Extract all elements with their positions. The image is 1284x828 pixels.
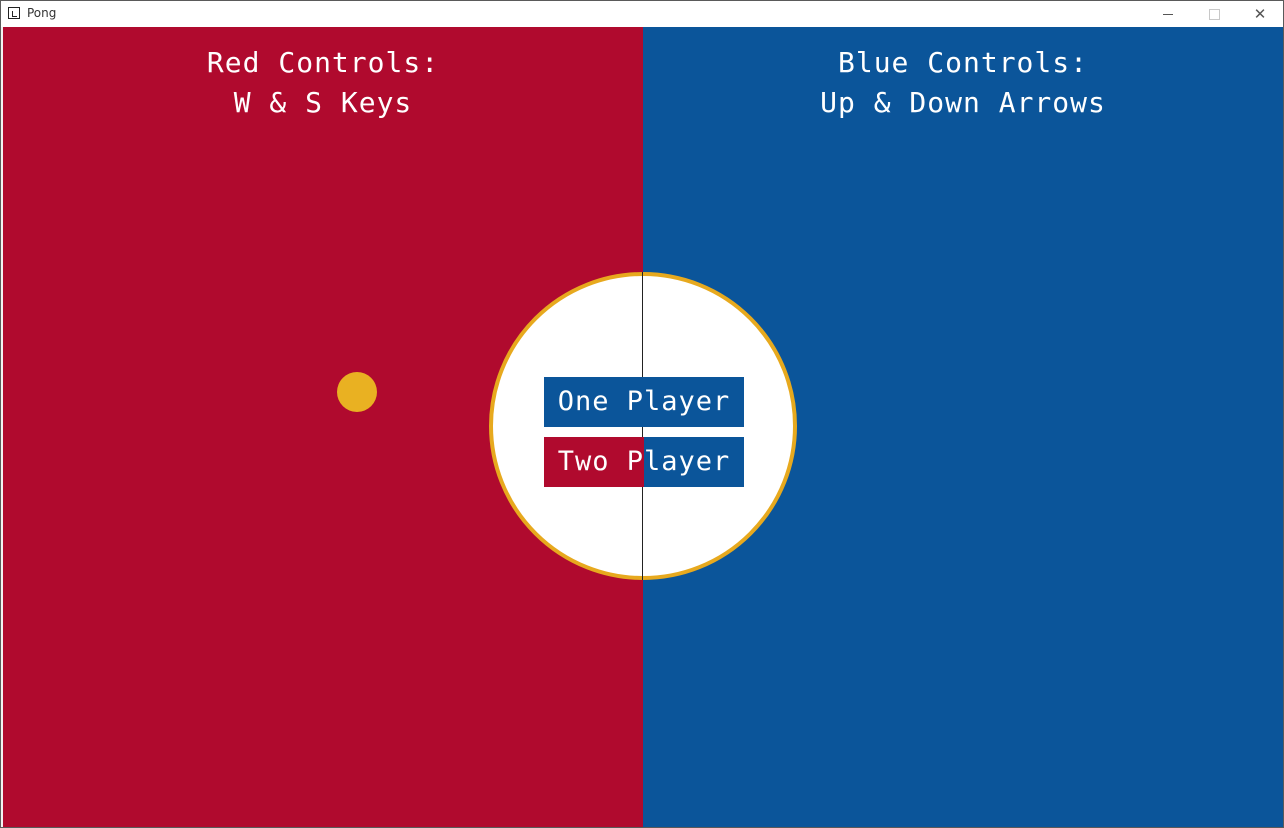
two-player-button[interactable]: Two Player	[544, 437, 744, 487]
blue-controls-text: Blue Controls: Up & Down Arrows	[643, 43, 1283, 123]
blue-controls-keys: Up & Down Arrows	[820, 86, 1106, 119]
close-icon: ✕	[1253, 5, 1267, 23]
title-bar[interactable]: Pong ✕	[1, 1, 1283, 27]
app-icon	[8, 7, 20, 19]
game-canvas[interactable]: Red Controls: W & S Keys Blue Controls: …	[3, 27, 1283, 827]
red-controls-keys: W & S Keys	[233, 86, 413, 119]
maximize-button[interactable]	[1191, 1, 1237, 27]
minimize-icon	[1163, 13, 1173, 15]
close-button[interactable]: ✕	[1237, 1, 1283, 27]
window-title: Pong	[27, 6, 57, 20]
minimize-button[interactable]	[1145, 1, 1191, 27]
blue-controls-title: Blue Controls:	[837, 46, 1088, 79]
app-window: Pong ✕ Red Controls: W & S Keys Blue Con…	[0, 0, 1284, 828]
ball	[337, 372, 377, 412]
red-controls-text: Red Controls: W & S Keys	[3, 43, 643, 123]
maximize-icon	[1208, 8, 1220, 20]
red-controls-title: Red Controls:	[206, 46, 440, 79]
one-player-button[interactable]: One Player	[544, 377, 744, 427]
